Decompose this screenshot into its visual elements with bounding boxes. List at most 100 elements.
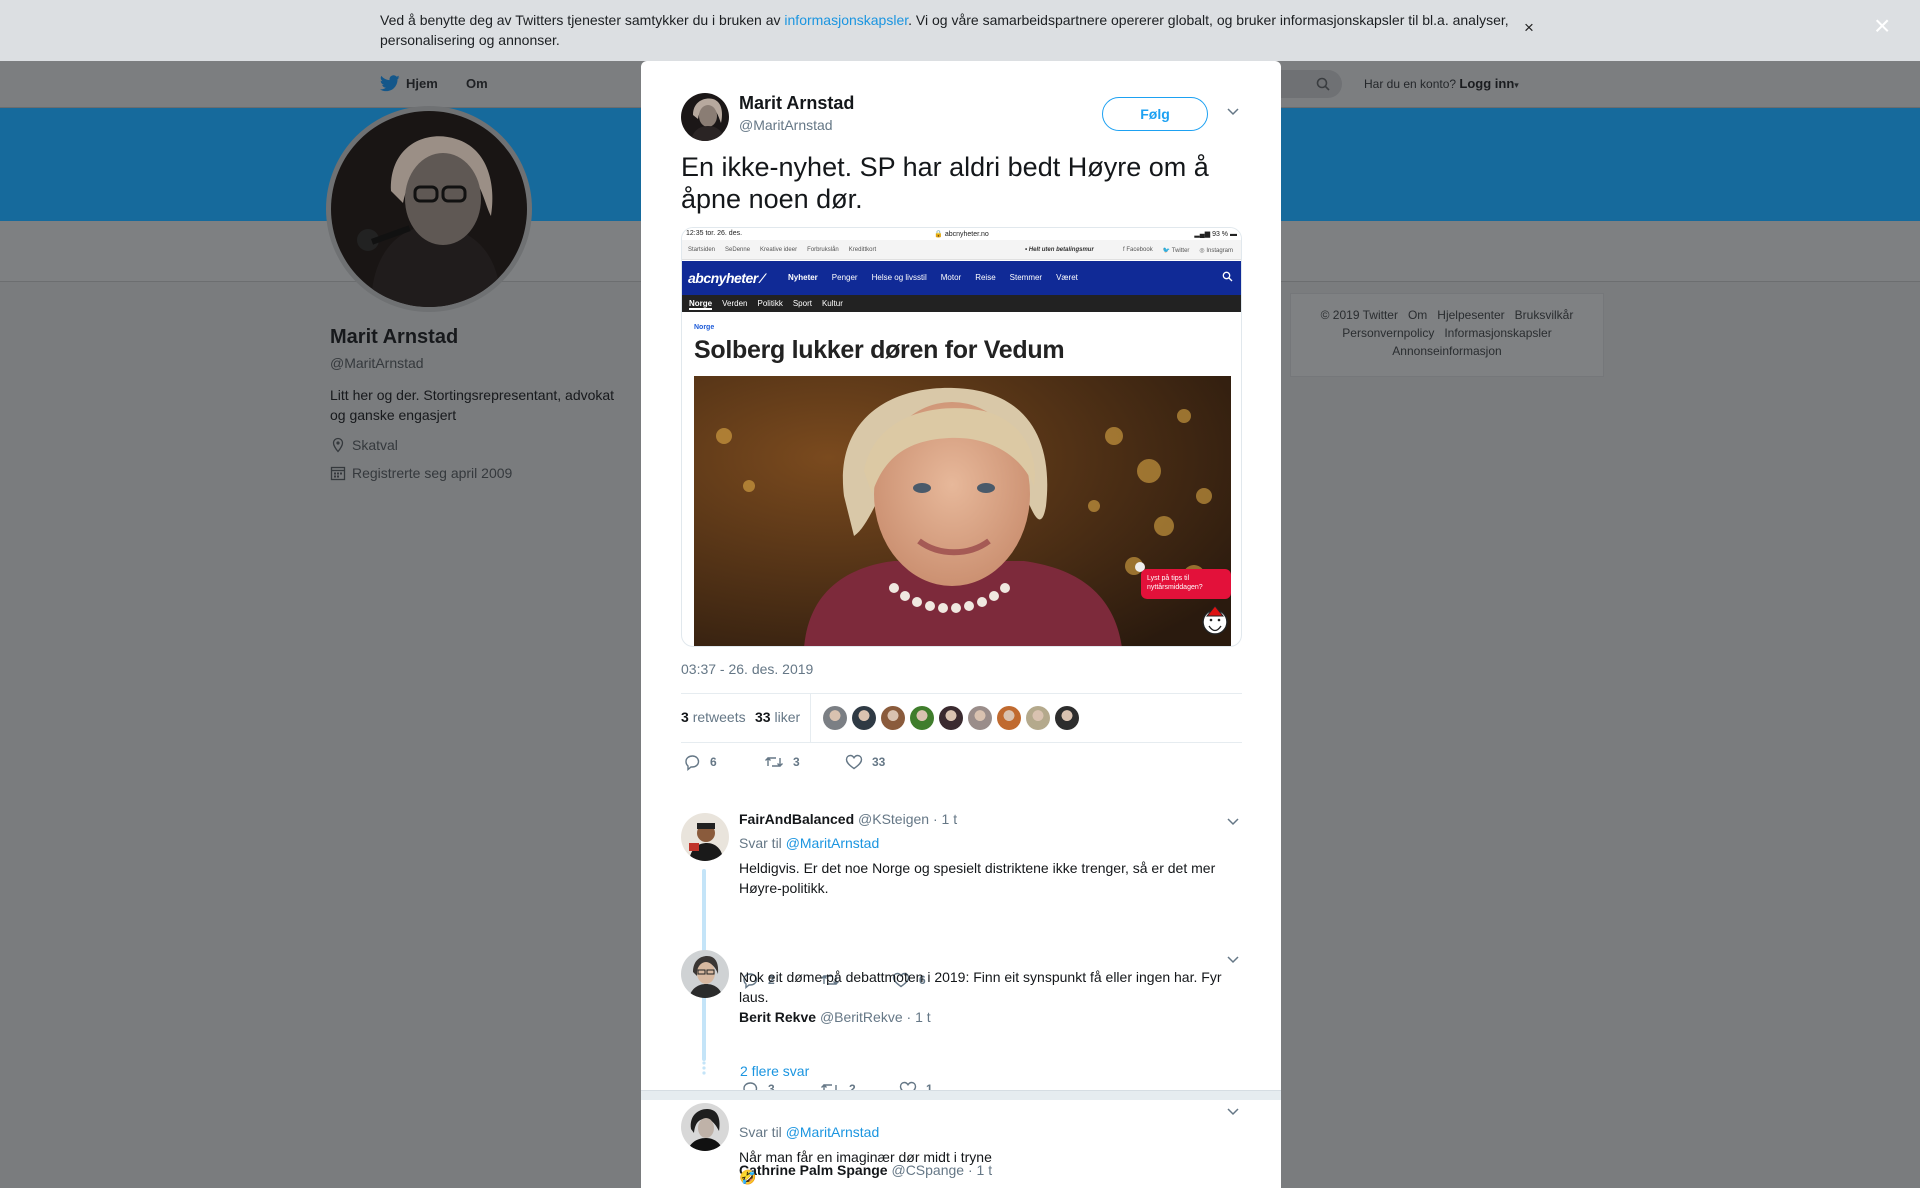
site-nav-item: Reise bbox=[975, 273, 996, 282]
author-avatar-photo bbox=[681, 93, 729, 141]
liker-avatar[interactable] bbox=[1055, 706, 1079, 730]
reply-action[interactable]: 6 bbox=[683, 753, 764, 771]
like-action[interactable]: 33 bbox=[845, 754, 885, 770]
profile-avatar[interactable] bbox=[326, 106, 532, 312]
nav-home-label: Hjem bbox=[406, 76, 438, 91]
article-headline: Solberg lukker døren for Vedum bbox=[694, 336, 1065, 364]
nav-home-link[interactable]: Hjem bbox=[380, 75, 438, 92]
login-area: Har du en konto? Logg inn▾ bbox=[1364, 76, 1519, 91]
cookie-text: Ved å benytte deg av Twitters tjenester … bbox=[380, 12, 1509, 48]
cookie-link[interactable]: informasjonskapsler bbox=[784, 12, 908, 28]
retweet-action[interactable]: 3 bbox=[764, 754, 845, 770]
chevron-down-icon[interactable] bbox=[1226, 1106, 1240, 1116]
bookmarks-bar: Startsiden SeDenne Kreative ideer Forbru… bbox=[682, 240, 1241, 260]
liker-avatar[interactable] bbox=[1026, 706, 1050, 730]
reply-count: 6 bbox=[710, 755, 717, 769]
follow-button[interactable]: Følg bbox=[1102, 97, 1208, 131]
author-name[interactable]: Marit Arnstad bbox=[739, 93, 854, 114]
reply-author-handle[interactable]: @KSteigen bbox=[858, 811, 929, 827]
liker-avatar[interactable] bbox=[852, 706, 876, 730]
article-category: Norge bbox=[694, 324, 715, 331]
retweet-icon bbox=[765, 757, 783, 767]
chevron-down-icon[interactable] bbox=[1226, 816, 1240, 826]
profile-name[interactable]: Marit Arnstad bbox=[330, 326, 458, 349]
author-handle[interactable]: @MaritArnstad bbox=[739, 117, 833, 133]
profile-handle: @MaritArnstad bbox=[330, 355, 424, 371]
site-subnav-item: Kultur bbox=[821, 299, 843, 308]
footer-link-privacy[interactable]: Personvernpolicy bbox=[1342, 326, 1434, 340]
reply-author-name[interactable]: Berit Rekve bbox=[739, 1009, 816, 1025]
retweet-stat[interactable]: 3 retweets bbox=[681, 709, 746, 725]
more-replies-dots-icon bbox=[702, 1061, 706, 1075]
status-battery: ▂▄▆ 93 % ▬ bbox=[1194, 231, 1237, 238]
profile-joined: Registrerte seg april 2009 bbox=[330, 465, 512, 481]
footer-copyright: © 2019 Twitter bbox=[1320, 308, 1398, 322]
reply-avatar[interactable] bbox=[681, 950, 729, 998]
footer-link-cookies[interactable]: Informasjonskapsler bbox=[1444, 326, 1551, 340]
chevron-down-icon[interactable] bbox=[1226, 954, 1240, 964]
footer-link-terms[interactable]: Bruksvilkår bbox=[1515, 308, 1574, 322]
site-nav-item: Motor bbox=[940, 273, 962, 282]
more-replies-link[interactable]: 2 flere svar bbox=[740, 1063, 809, 1079]
retweet-count: 3 bbox=[793, 755, 800, 769]
site-subnav-item: Sport bbox=[792, 299, 812, 308]
reply-avatar[interactable] bbox=[681, 813, 729, 861]
liker-avatar[interactable] bbox=[881, 706, 905, 730]
chevron-down-icon[interactable] bbox=[1226, 106, 1240, 116]
instagram-link: ◎ Instagram bbox=[1199, 248, 1233, 254]
site-nav-item: Nyheter bbox=[788, 273, 818, 282]
cookie-close-button[interactable]: × bbox=[1524, 18, 1534, 38]
footer-link-about[interactable]: Om bbox=[1408, 308, 1427, 322]
bookmark-item: SeDenne bbox=[725, 247, 751, 253]
footer-link-help[interactable]: Hjelpesenter bbox=[1437, 308, 1504, 322]
reply-to-line: Svar til @MaritArnstad bbox=[739, 835, 880, 851]
tweet-text: En ikke-nyhet. SP har aldri bedt Høyre o… bbox=[681, 152, 1209, 214]
tweet-timestamp[interactable]: 03:37 - 26. des. 2019 bbox=[681, 661, 813, 677]
liker-avatar[interactable] bbox=[823, 706, 847, 730]
nav-about-link[interactable]: Om bbox=[466, 76, 488, 91]
reply-icon bbox=[685, 755, 700, 771]
cookie-banner: Ved å benytte deg av Twitters tjenester … bbox=[0, 0, 1920, 61]
footer-link-ads-info[interactable]: Annonseinformasjon bbox=[1392, 344, 1501, 358]
tweet-actions: 6 3 33 bbox=[683, 753, 885, 771]
article-photo bbox=[694, 376, 1231, 646]
site-logo: abcnyheter ⁄ bbox=[688, 270, 763, 286]
author-avatar[interactable] bbox=[681, 93, 729, 141]
reply-to-line: Svar til @MaritArnstad bbox=[739, 1124, 880, 1140]
like-stat[interactable]: 33 liker bbox=[755, 709, 800, 725]
like-count: 33 bbox=[872, 755, 886, 769]
facebook-link: f Facebook bbox=[1123, 247, 1153, 253]
bookmark-item: Startsiden bbox=[688, 247, 716, 253]
liker-avatars bbox=[823, 706, 1079, 730]
site-subnav-item: Verden bbox=[722, 299, 748, 308]
status-url: 🔒 abcnyheter.no bbox=[934, 231, 989, 238]
heart-icon bbox=[845, 754, 863, 770]
stats-divider bbox=[810, 694, 811, 742]
calendar-icon bbox=[330, 466, 346, 481]
modal-close-button[interactable]: × bbox=[1874, 12, 1890, 40]
reply-author-handle[interactable]: @BeritRekve bbox=[820, 1009, 903, 1025]
site-nav-item: Været bbox=[1056, 273, 1078, 282]
location-pin-icon bbox=[332, 437, 344, 453]
tweet-modal: Marit Arnstad @MaritArnstad Følg En ikke… bbox=[641, 61, 1281, 1188]
liker-avatar[interactable] bbox=[968, 706, 992, 730]
liker-avatar[interactable] bbox=[939, 706, 963, 730]
site-subnav-item: Norge bbox=[689, 299, 713, 310]
reply-to-link[interactable]: @MaritArnstad bbox=[786, 1124, 880, 1140]
site-search-icon bbox=[1222, 271, 1233, 282]
reply-to-link[interactable]: @MaritArnstad bbox=[786, 835, 880, 851]
login-link[interactable]: Logg inn bbox=[1459, 76, 1514, 91]
reply-time[interactable]: · 1 t bbox=[907, 1009, 931, 1025]
laughing-emoji: 🤣 bbox=[739, 1169, 757, 1185]
reply-text: Når man får en imaginær dør midt i tryne… bbox=[739, 1149, 992, 1185]
profile-joined-label: Registrerte seg april 2009 bbox=[352, 465, 513, 481]
tweet-stats: 3 retweets 33 liker bbox=[681, 693, 1242, 743]
reply-time[interactable]: · 1 t bbox=[933, 811, 957, 827]
liker-avatar[interactable] bbox=[910, 706, 934, 730]
liker-avatar[interactable] bbox=[997, 706, 1021, 730]
santa-icon bbox=[1202, 605, 1228, 635]
bookmark-ad: • Helt uten betalingsmur bbox=[1025, 247, 1094, 253]
reply-avatar[interactable] bbox=[681, 1103, 729, 1151]
tweet-photo[interactable]: 12:35 tor. 26. des. 🔒 abcnyheter.no ▂▄▆ … bbox=[681, 227, 1242, 647]
reply-author-name[interactable]: FairAndBalanced bbox=[739, 811, 854, 827]
